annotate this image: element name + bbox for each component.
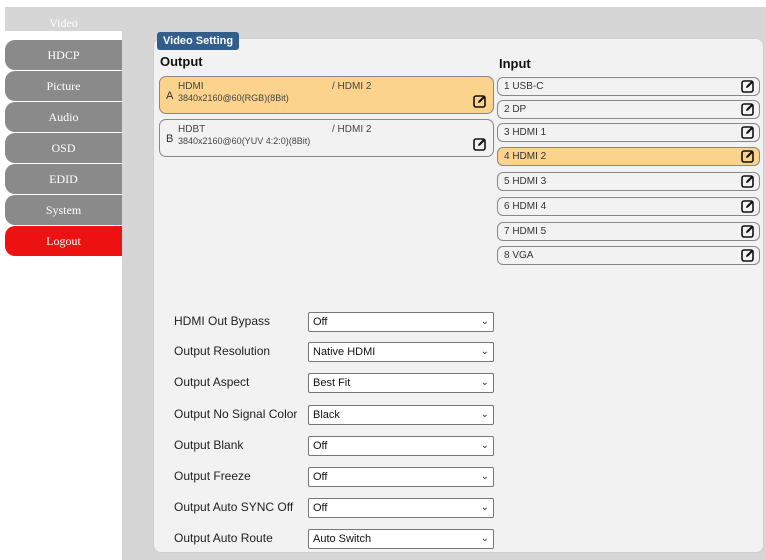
input-label: 5 HDMI 3 xyxy=(504,176,547,187)
sidebar-item-audio[interactable]: Audio xyxy=(5,102,122,132)
output-freeze-select[interactable]: Off ⌄ xyxy=(308,467,494,487)
setting-output-no-signal-color: Output No Signal Color Black ⌄ xyxy=(174,405,494,427)
input-item-hdmi-4[interactable]: 6 HDMI 4 xyxy=(497,197,760,216)
sidebar-item-system[interactable]: System xyxy=(5,195,122,225)
chevron-down-icon: ⌄ xyxy=(480,316,489,327)
output-aspect-select[interactable]: Best Fit ⌄ xyxy=(308,373,494,393)
sidebar-item-label: Logout xyxy=(46,233,81,248)
input-label: 2 DP xyxy=(504,104,527,115)
chevron-down-icon: ⌄ xyxy=(480,440,489,451)
input-item-vga[interactable]: 8 VGA xyxy=(497,246,760,265)
sidebar-item-label: HDCP xyxy=(47,47,80,62)
output-resolution-select[interactable]: Native HDMI ⌄ xyxy=(308,342,494,362)
output-source: HDBT xyxy=(178,124,206,135)
input-label: 4 HDMI 2 xyxy=(504,151,547,162)
sidebar-item-edid[interactable]: EDID xyxy=(5,164,122,194)
setting-output-freeze: Output Freeze Off ⌄ xyxy=(174,467,494,489)
sidebar-item-label: OSD xyxy=(51,140,76,155)
select-value: Native HDMI xyxy=(313,346,376,358)
edit-icon[interactable] xyxy=(741,149,755,163)
output-card-a[interactable]: A HDMI / HDMI 2 3840x2160@60(RGB)(8Bit) xyxy=(159,76,494,114)
input-item-usb-c[interactable]: 1 USB-C xyxy=(497,77,760,96)
input-label: 8 VGA xyxy=(504,250,534,261)
chevron-down-icon: ⌄ xyxy=(480,533,489,544)
setting-label: HDMI Out Bypass xyxy=(174,314,271,328)
sidebar: Video HDCP Picture Audio OSD EDID System… xyxy=(5,7,122,257)
select-value: Off xyxy=(313,440,328,452)
select-value: Best Fit xyxy=(313,377,351,389)
sidebar-item-label: Video xyxy=(49,15,78,30)
setting-output-aspect: Output Aspect Best Fit ⌄ xyxy=(174,373,494,395)
input-item-dp[interactable]: 2 DP xyxy=(497,100,760,119)
output-auto-sync-off-select[interactable]: Off ⌄ xyxy=(308,498,494,518)
input-item-hdmi-2[interactable]: 4 HDMI 2 xyxy=(497,147,760,166)
input-item-hdmi-1[interactable]: 3 HDMI 1 xyxy=(497,123,760,142)
setting-label: Output Auto Route xyxy=(174,531,273,545)
sidebar-item-osd[interactable]: OSD xyxy=(5,133,122,163)
setting-output-auto-sync-off: Output Auto SYNC Off Off ⌄ xyxy=(174,498,494,520)
setting-label: Output Aspect xyxy=(174,375,250,389)
input-label: 1 USB-C xyxy=(504,81,544,92)
input-heading: Input xyxy=(499,56,531,71)
edit-icon[interactable] xyxy=(473,94,487,108)
edit-icon[interactable] xyxy=(741,102,755,116)
hdmi-out-bypass-select[interactable]: Off ⌄ xyxy=(308,312,494,332)
input-item-hdmi-5[interactable]: 7 HDMI 5 xyxy=(497,222,760,241)
output-card-b[interactable]: B HDBT / HDMI 2 3840x2160@60(YUV 4:2:0)(… xyxy=(159,119,494,157)
input-label: 7 HDMI 5 xyxy=(504,226,547,237)
setting-output-blank: Output Blank Off ⌄ xyxy=(174,436,494,458)
edit-icon[interactable] xyxy=(741,79,755,93)
select-value: Auto Switch xyxy=(313,533,372,545)
sidebar-item-label: Picture xyxy=(46,78,81,93)
edit-icon[interactable] xyxy=(741,224,755,238)
sidebar-item-label: EDID xyxy=(49,171,78,186)
setting-output-auto-route: Output Auto Route Auto Switch ⌄ xyxy=(174,529,494,551)
sidebar-item-hdcp[interactable]: HDCP xyxy=(5,40,122,70)
output-letter: A xyxy=(166,90,174,102)
chevron-down-icon: ⌄ xyxy=(480,377,489,388)
select-value: Off xyxy=(313,502,328,514)
select-value: Black xyxy=(313,409,340,421)
sidebar-item-video[interactable]: Video xyxy=(5,7,122,39)
chevron-down-icon: ⌄ xyxy=(480,471,489,482)
chevron-down-icon: ⌄ xyxy=(480,409,489,420)
output-destination: / HDMI 2 xyxy=(332,81,372,92)
output-heading: Output xyxy=(160,54,203,69)
edit-icon[interactable] xyxy=(741,248,755,262)
output-source: HDMI xyxy=(178,81,204,92)
output-letter: B xyxy=(166,133,174,145)
chevron-down-icon: ⌄ xyxy=(480,502,489,513)
setting-label: Output No Signal Color xyxy=(174,407,298,421)
setting-label: Output Resolution xyxy=(174,344,271,358)
output-no-signal-color-select[interactable]: Black ⌄ xyxy=(308,405,494,425)
input-label: 6 HDMI 4 xyxy=(504,201,547,212)
setting-label: Output Freeze xyxy=(174,469,251,483)
chevron-down-icon: ⌄ xyxy=(480,346,489,357)
select-value: Off xyxy=(313,316,328,328)
setting-hdmi-out-bypass: HDMI Out Bypass Off ⌄ xyxy=(174,312,494,334)
edit-icon[interactable] xyxy=(741,174,755,188)
sidebar-item-picture[interactable]: Picture xyxy=(5,71,122,101)
input-item-hdmi-3[interactable]: 5 HDMI 3 xyxy=(497,172,760,191)
sidebar-item-label: System xyxy=(45,202,82,217)
input-label: 3 HDMI 1 xyxy=(504,127,547,138)
setting-label: Output Blank xyxy=(174,438,244,452)
output-destination: / HDMI 2 xyxy=(332,124,372,135)
edit-icon[interactable] xyxy=(741,125,755,139)
edit-icon[interactable] xyxy=(473,137,487,151)
setting-label: Output Auto SYNC Off xyxy=(174,500,294,514)
setting-output-resolution: Output Resolution Native HDMI ⌄ xyxy=(174,342,494,364)
output-resolution: 3840x2160@60(RGB)(8Bit) xyxy=(178,93,289,103)
output-resolution: 3840x2160@60(YUV 4:2:0)(8Bit) xyxy=(178,136,311,146)
output-blank-select[interactable]: Off ⌄ xyxy=(308,436,494,456)
output-auto-route-select[interactable]: Auto Switch ⌄ xyxy=(308,529,494,549)
sidebar-item-logout[interactable]: Logout xyxy=(5,226,122,256)
panel-title: Video Setting xyxy=(157,32,240,50)
sidebar-item-label: Audio xyxy=(48,109,79,124)
edit-icon[interactable] xyxy=(741,199,755,213)
select-value: Off xyxy=(313,471,328,483)
